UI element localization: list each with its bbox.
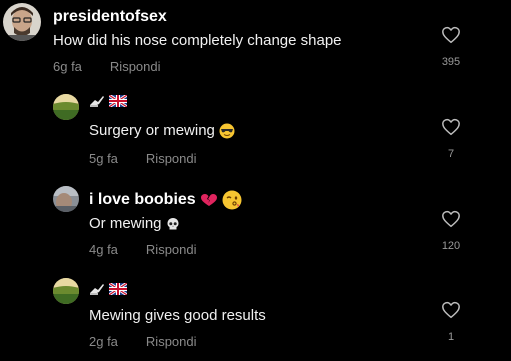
like-count: 120: [441, 240, 461, 252]
comment-username[interactable]: [89, 94, 127, 108]
comment-text-content: How did his nose completely change shape: [53, 32, 342, 49]
heart-icon[interactable]: [441, 301, 461, 319]
comment-time: 2g fa: [89, 334, 118, 349]
reply-button[interactable]: Rispondi: [146, 151, 197, 166]
user-avatar-photo: [3, 3, 41, 41]
like-count: 395: [441, 56, 461, 68]
comment-item: Mewing gives good results 2g fa Rispondi …: [0, 270, 511, 361]
like-count: 7: [447, 148, 455, 160]
sunglasses-face-emoji: [219, 123, 235, 138]
comment-meta: 5g fa Rispondi: [89, 151, 197, 166]
like-control[interactable]: 395: [431, 26, 471, 68]
avatar[interactable]: [53, 186, 79, 212]
comment-text: Surgery or mewing: [89, 122, 235, 139]
like-control[interactable]: 7: [431, 118, 471, 160]
comment-time: 6g fa: [53, 59, 82, 74]
heart-icon[interactable]: [441, 118, 461, 136]
reply-button[interactable]: Rispondi: [146, 242, 197, 257]
comment-username[interactable]: i love boobies: [89, 190, 242, 210]
comment-text-content: Surgery or mewing: [89, 122, 215, 139]
comment-username[interactable]: [89, 282, 127, 296]
user-avatar-photo: [53, 186, 79, 212]
comment-text: Mewing gives good results: [89, 307, 266, 324]
username-text: presidentofsex: [53, 8, 167, 25]
comment-time: 4g fa: [89, 242, 118, 257]
like-control[interactable]: 120: [431, 210, 471, 252]
comment-text-content: Mewing gives good results: [89, 307, 266, 324]
reply-button[interactable]: Rispondi: [146, 334, 197, 349]
skull-emoji: [167, 217, 179, 229]
heart-icon[interactable]: [441, 26, 461, 44]
username-text: i love boobies: [89, 191, 196, 208]
uk-flag-emoji: [109, 283, 127, 295]
avatar[interactable]: [53, 94, 79, 120]
reply-button[interactable]: Rispondi: [110, 59, 161, 74]
comment-meta: 4g fa Rispondi: [89, 242, 197, 257]
like-control[interactable]: 1: [431, 301, 471, 343]
comment-item: presidentofsex How did his nose complete…: [0, 0, 511, 86]
comment-item: Surgery or mewing 5g fa Rispondi 7: [0, 86, 511, 178]
comment-text: How did his nose completely change shape: [53, 32, 342, 49]
writing-hand-emoji: [90, 96, 104, 107]
comment-text: Or mewing: [89, 215, 180, 232]
uk-flag-emoji: [109, 95, 127, 107]
winking-kiss-emoji: [222, 190, 242, 210]
comment-username[interactable]: presidentofsex: [53, 8, 167, 26]
comment-meta: 6g fa Rispondi: [53, 59, 161, 74]
broken-heart-emoji: [200, 194, 217, 206]
like-count: 1: [447, 331, 455, 343]
writing-hand-emoji: [90, 284, 104, 295]
avatar[interactable]: [53, 278, 79, 304]
comment-text-content: Or mewing: [89, 215, 162, 232]
heart-icon[interactable]: [441, 210, 461, 228]
landscape-avatar: [53, 278, 79, 304]
landscape-avatar: [53, 94, 79, 120]
comment-item: i love boobies Or mewing 4g fa Rispondi …: [0, 178, 511, 270]
avatar[interactable]: [3, 3, 41, 41]
comment-meta: 2g fa Rispondi: [89, 334, 197, 349]
comment-list: presidentofsex How did his nose complete…: [0, 0, 511, 361]
comment-time: 5g fa: [89, 151, 118, 166]
